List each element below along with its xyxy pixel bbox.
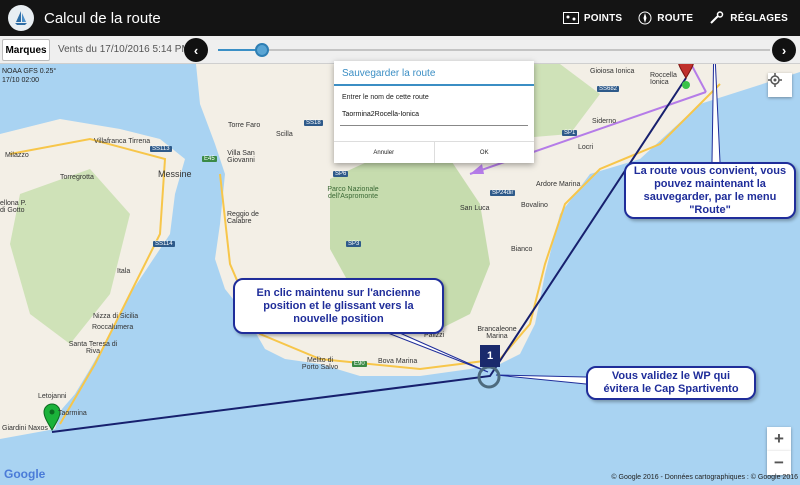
place-label: Taormina [58, 410, 87, 417]
next-time-button[interactable]: › [772, 38, 796, 62]
place-label: ellona P. di Gotto [0, 200, 27, 214]
zoom-out-button[interactable]: − [767, 451, 791, 475]
place-label: Parco Nazionale dell'Aspromonte [327, 186, 379, 200]
callout-validate-waypoint: Vous validez le WP qui évitera le Cap Sp… [586, 366, 756, 400]
cancel-button[interactable]: Annuler [334, 142, 434, 163]
chevron-left-icon: ‹ [193, 42, 199, 58]
place-label: Locri [578, 144, 594, 151]
callout-save-route: La route vous convient, vous pouvez main… [624, 162, 796, 219]
route-button[interactable]: ROUTE [630, 11, 701, 25]
place-label: Torregrotta [60, 174, 94, 181]
route-label: ROUTE [657, 12, 694, 24]
settings-button[interactable]: RÉGLAGES [701, 11, 796, 25]
place-label: Milazzo [5, 152, 29, 159]
tab-marques[interactable]: Marques [2, 39, 50, 61]
route-name-input[interactable]: Taormina2Rocella-Ionica [340, 111, 528, 126]
place-label: Villa San Giovanni [227, 150, 255, 164]
crosshair-icon [768, 73, 782, 87]
place-label: Letojanni [38, 393, 67, 400]
app-title: Calcul de la route [44, 9, 161, 27]
google-logo: Google [4, 467, 46, 481]
compass-icon [638, 11, 652, 25]
points-label: POINTS [583, 12, 623, 24]
time-slider[interactable] [218, 43, 770, 57]
place-label: Messine [158, 169, 192, 179]
settings-label: RÉGLAGES [730, 12, 788, 24]
zoom-in-button[interactable]: + [767, 427, 791, 451]
place-label: Bova Marina [378, 358, 418, 365]
road-badge: E90 [352, 361, 367, 367]
place-label: Melito di Porto Salvo [301, 357, 339, 371]
place-label: Villafranca Tirrena [93, 138, 151, 145]
previous-time-button[interactable]: ‹ [184, 38, 208, 62]
map-points-icon [562, 12, 579, 24]
place-label: Giardini Naxos [2, 425, 48, 432]
road-badge: SP3 [346, 241, 362, 247]
sailboat-logo-icon[interactable] [8, 5, 34, 31]
road-badge: SP24dir [490, 190, 516, 196]
place-label: Reggio de Calabre [227, 211, 259, 225]
road-badge: SP6 [333, 171, 349, 177]
place-label: Brancaleone Marina [477, 326, 517, 340]
place-label: Siderno [592, 118, 617, 125]
weather-model-time: 17/10 02:00 [2, 77, 39, 84]
wind-time-label: Vents du 17/10/2016 5:14 PM [58, 44, 190, 55]
my-location-button[interactable] [768, 73, 792, 97]
place-label: Bianco [511, 246, 533, 253]
road-badge: SS682 [597, 86, 620, 92]
place-label: Roccalumera [92, 324, 134, 331]
place-label: Roccella Ionica [650, 72, 677, 86]
place-label: Nizza di Sicilia [93, 313, 139, 320]
place-label: Torre Faro [228, 122, 261, 129]
toolbar-actions: POINTS ROUTE RÉGLAGES [555, 0, 796, 36]
map-copyright: © Google 2016 - Données cartographiques … [611, 474, 798, 481]
road-badge: SS113 [150, 146, 172, 152]
waypoint-badge[interactable]: 1 [480, 345, 500, 367]
place-label: Gioiosa Ionica [590, 68, 635, 75]
place-label: Santa Teresa di Riva [68, 341, 118, 355]
road-badge: SS114 [153, 241, 175, 247]
ok-button[interactable]: OK [433, 142, 535, 163]
dialog-prompt: Entrer le nom de cette route [342, 94, 429, 101]
place-label: San Luca [460, 205, 490, 212]
time-slider-thumb[interactable] [255, 43, 270, 57]
save-route-dialog: Sauvegarder la route Entrer le nom de ce… [334, 61, 534, 163]
place-label: Itala [117, 268, 131, 275]
place-label: Ardore Marina [536, 181, 581, 188]
road-badge: SS18 [304, 120, 323, 126]
callout-drag-waypoint: En clic maintenu sur l'ancienne position… [233, 278, 444, 334]
dialog-buttons: Annuler OK [334, 141, 534, 163]
weather-model-overlay: NOAA GFS 0.25° 17/10 02:00 [2, 67, 56, 85]
app-bar: Calcul de la route POINTS ROUTE RÉGLAGES [0, 0, 800, 36]
points-button[interactable]: POINTS [555, 12, 630, 24]
callout-pointer-validate [495, 374, 587, 385]
road-badge: SP1 [562, 130, 578, 136]
road-badge: E45 [202, 156, 217, 162]
weather-model-label: NOAA GFS 0.25° [2, 68, 57, 75]
place-label: Scilla [276, 131, 293, 138]
time-bar: Marques Vents du 17/10/2016 5:14 PM ‹ › [0, 36, 800, 64]
dialog-title: Sauvegarder la route [334, 61, 534, 86]
place-label: Bovalino [521, 202, 548, 209]
chevron-right-icon: › [781, 42, 787, 58]
wrench-icon [710, 11, 724, 24]
